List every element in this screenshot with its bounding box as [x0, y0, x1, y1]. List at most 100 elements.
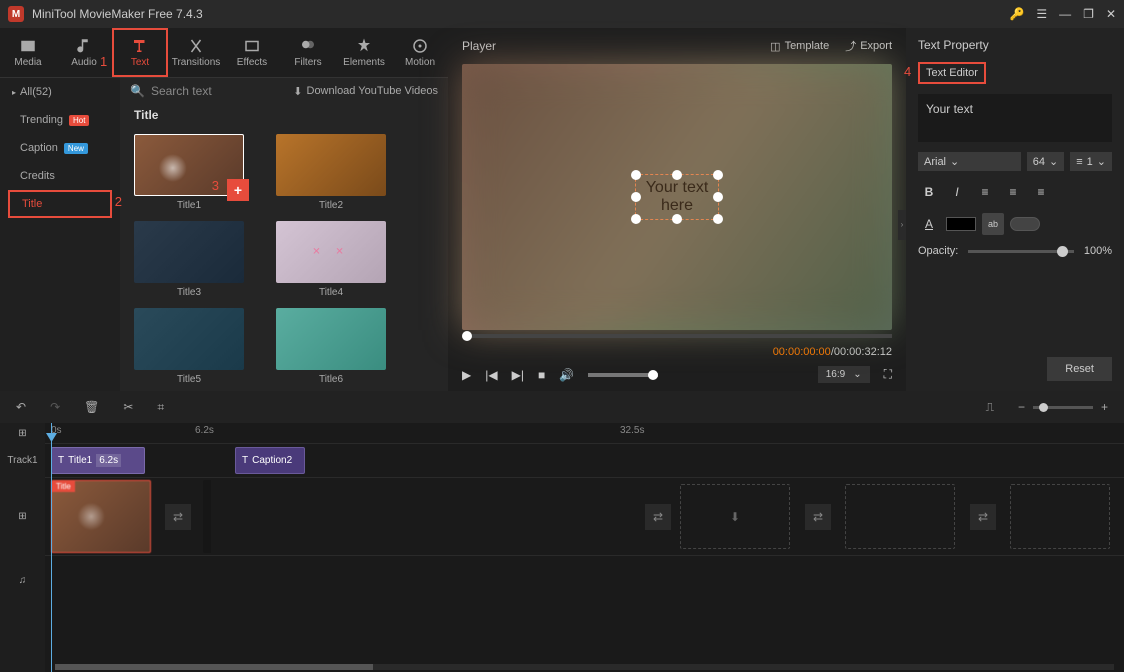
video-track-icon[interactable]: ⊞ [0, 477, 45, 555]
prev-frame-icon[interactable]: |◀ [485, 368, 497, 382]
minimize-icon[interactable]: — [1059, 7, 1071, 21]
tab-text-editor[interactable]: Text Editor [918, 62, 986, 84]
thumb-title1[interactable]: 3 + Title1 [134, 134, 244, 211]
font-select[interactable]: Arial⌄ [918, 152, 1021, 171]
clip-video-main[interactable] [203, 480, 633, 553]
zoom-control[interactable]: − + [1018, 400, 1108, 414]
sidebar-item-credits[interactable]: Credits [0, 162, 120, 190]
crop-icon[interactable]: ⌗ [157, 400, 164, 415]
clip-caption2[interactable]: T Caption2 [235, 447, 305, 474]
zoom-out-icon[interactable]: − [1018, 400, 1025, 414]
horizontal-scrollbar[interactable] [55, 664, 1114, 670]
reset-button[interactable]: Reset [1047, 357, 1112, 381]
thumb-title3[interactable]: Title3 [134, 221, 244, 298]
chevron-down-icon: ⌄ [853, 369, 861, 380]
highlight-color-swatch[interactable] [1010, 217, 1040, 231]
clip-video-thumb[interactable]: Title [51, 480, 151, 553]
transition-slot[interactable]: ⇄ [970, 504, 996, 530]
text-color-swatch[interactable] [946, 217, 976, 231]
preview-area[interactable]: Your text here [462, 64, 892, 330]
align-center-button[interactable]: ≡ [1002, 181, 1024, 203]
download-icon: ⬇ [293, 85, 302, 98]
volume-slider[interactable] [588, 373, 658, 377]
player-panel: Player ◫ Template ⤴ Export Your text her… [448, 28, 906, 391]
align-left-button[interactable]: ≡ [974, 181, 996, 203]
align-right-button[interactable]: ≡ [1030, 181, 1052, 203]
text-editor-input[interactable] [918, 94, 1112, 142]
tab-text[interactable]: 1 Text [112, 28, 168, 77]
seek-bar[interactable] [462, 334, 892, 338]
redo-icon[interactable]: ↷ [50, 400, 60, 414]
thumb-panel: 🔍 Search text ⬇ Download YouTube Videos … [120, 78, 448, 391]
audio-track[interactable] [45, 555, 1124, 605]
export-button[interactable]: ⤴ Export [845, 38, 892, 54]
sidebar-item-title[interactable]: Title [8, 190, 112, 218]
bold-button[interactable]: B [918, 181, 940, 203]
thumb-title4[interactable]: Title4 [276, 221, 386, 298]
tab-media[interactable]: Media [0, 28, 56, 77]
time-ruler[interactable]: 0s 6.2s 32.5s [45, 423, 1124, 443]
maximize-icon[interactable]: ❐ [1083, 7, 1094, 21]
drop-zone[interactable] [1010, 484, 1110, 549]
tab-motion[interactable]: Motion [392, 28, 448, 77]
italic-button[interactable]: I [946, 181, 968, 203]
undo-icon[interactable]: ↶ [16, 400, 26, 414]
key-icon[interactable]: 🔑 [1009, 7, 1024, 21]
search-input[interactable]: 🔍 Search text [130, 84, 212, 98]
thumb-title6[interactable]: Title6 [276, 308, 386, 385]
add-button[interactable]: + [227, 179, 249, 201]
trash-icon[interactable]: 🗑 [84, 400, 99, 414]
transition-slot[interactable]: ⇄ [165, 504, 191, 530]
stop-icon[interactable]: ■ [538, 368, 545, 382]
handle-icon[interactable] [672, 170, 682, 180]
menu-icon[interactable]: ☰ [1036, 7, 1047, 21]
tab-filters[interactable]: Filters [280, 28, 336, 77]
transition-slot[interactable]: ⇄ [645, 504, 671, 530]
video-track[interactable]: Title ⇄ ⇄ ⬇ ⇄ ⇄ [45, 477, 1124, 555]
annotation-1: 1 [100, 54, 107, 69]
cut-icon[interactable]: ✂ [123, 400, 133, 414]
tab-transitions[interactable]: Transitions [168, 28, 224, 77]
panel-collapse-handle[interactable]: › [898, 210, 906, 240]
marker-icon[interactable]: ⎍ [986, 400, 994, 415]
edit-toolbar: ↶ ↷ 🗑 ✂ ⌗ ⎍ − + [0, 391, 1124, 423]
thumb-title5[interactable]: Title5 [134, 308, 244, 385]
play-icon[interactable]: ▶ [462, 368, 471, 382]
sidebar-item-caption[interactable]: CaptionNew [0, 134, 120, 162]
handle-icon[interactable] [631, 192, 641, 202]
template-button[interactable]: ◫ Template [770, 38, 829, 54]
zoom-in-icon[interactable]: + [1101, 400, 1108, 414]
download-link[interactable]: ⬇ Download YouTube Videos [293, 85, 438, 98]
text-track[interactable]: T Title1 6.2s T Caption2 [45, 443, 1124, 477]
volume-icon[interactable]: 🔊 [559, 368, 574, 382]
handle-icon[interactable] [631, 170, 641, 180]
line-spacing-select[interactable]: ≡1⌄ [1070, 152, 1112, 171]
handle-icon[interactable] [672, 214, 682, 224]
aspect-ratio-select[interactable]: 16:9⌄ [818, 366, 870, 383]
playhead[interactable] [51, 423, 52, 672]
opacity-label: Opacity: [918, 245, 958, 257]
drop-zone[interactable]: ⬇ [680, 484, 790, 549]
drop-zone[interactable] [845, 484, 955, 549]
text-clip-icon: T [58, 455, 64, 466]
tab-effects[interactable]: Effects [224, 28, 280, 77]
fullscreen-icon[interactable]: ⛶ [884, 367, 892, 382]
audio-track-icon[interactable]: ♫ [0, 555, 45, 605]
sidebar-header[interactable]: ▸All(52) [0, 78, 120, 106]
tab-audio[interactable]: Audio [56, 28, 112, 77]
close-icon[interactable]: ✕ [1106, 7, 1116, 21]
transition-slot[interactable]: ⇄ [805, 504, 831, 530]
annotation-2: 2 [115, 194, 122, 209]
highlight-button[interactable]: ab [982, 213, 1004, 235]
thumb-title2[interactable]: Title2 [276, 134, 386, 211]
sidebar-item-trending[interactable]: TrendingHot [0, 106, 120, 134]
handle-icon[interactable] [631, 214, 641, 224]
next-frame-icon[interactable]: ▶| [512, 368, 524, 382]
text-overlay[interactable]: Your text here [635, 174, 720, 220]
opacity-slider[interactable] [968, 250, 1074, 253]
clip-title1[interactable]: T Title1 6.2s [51, 447, 145, 474]
tab-elements[interactable]: Elements [336, 28, 392, 77]
font-size-select[interactable]: 64⌄ [1027, 152, 1064, 171]
text-color-button[interactable]: A [918, 213, 940, 235]
add-track-button[interactable]: ⊞ [0, 423, 45, 443]
